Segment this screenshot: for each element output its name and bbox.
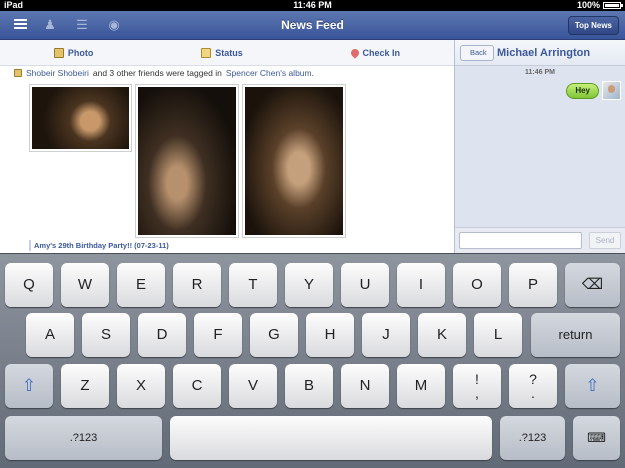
check-in-label: Check In xyxy=(362,47,401,58)
album-photo-1[interactable] xyxy=(29,84,132,152)
status-bar: iPad 11:46 PM 100% xyxy=(0,0,625,11)
chat-message: Hey xyxy=(566,83,599,99)
key-b[interactable]: B xyxy=(285,364,333,408)
news-feed: Photo Status Check In Shobeir Shobeiri a… xyxy=(0,40,454,253)
album-link[interactable]: Spencer Chen's album xyxy=(226,68,312,78)
return-key[interactable]: return xyxy=(531,313,620,357)
key-e[interactable]: E xyxy=(117,263,165,307)
key-o[interactable]: O xyxy=(453,263,501,307)
album-title[interactable]: Amy's 29th Birthday Party!! (07-23-11) xyxy=(34,241,169,250)
chat-header: Back Michael Arrington xyxy=(455,40,625,66)
avatar xyxy=(602,81,621,100)
battery-status: 100% xyxy=(576,0,623,11)
key-question-period[interactable]: ? . xyxy=(509,364,557,408)
key-m[interactable]: M xyxy=(397,364,445,408)
key-d[interactable]: D xyxy=(138,313,186,357)
delete-key[interactable]: ⌫ xyxy=(565,263,620,307)
clock: 11:46 PM xyxy=(293,0,332,10)
key-period-label: . xyxy=(531,385,535,401)
numbers-key-left[interactable]: .?123 xyxy=(5,416,162,460)
story-text: and 3 other friends were tagged in xyxy=(92,68,222,78)
check-in-button[interactable]: Check In xyxy=(348,46,401,59)
key-comma-label: , xyxy=(475,385,479,401)
story-end: . xyxy=(311,68,314,78)
battery-icon xyxy=(603,2,623,9)
key-p[interactable]: P xyxy=(509,263,557,307)
album-title-bar xyxy=(29,240,31,251)
shift-arrow-icon: ⇧ xyxy=(585,376,600,395)
key-l[interactable]: L xyxy=(474,313,522,357)
key-x[interactable]: X xyxy=(117,364,165,408)
status-icon xyxy=(201,47,212,58)
status-label: Status xyxy=(215,47,243,58)
key-k[interactable]: K xyxy=(418,313,466,357)
key-q[interactable]: Q xyxy=(5,263,53,307)
key-i[interactable]: I xyxy=(397,263,445,307)
on-screen-keyboard: Q W E R T Y U I O P ⌫ A S D F G H J K L … xyxy=(0,253,625,468)
story-actor-link[interactable]: Shobeir Shobeiri xyxy=(26,68,89,78)
chat-message-input[interactable] xyxy=(459,232,582,249)
delete-key-icon: ⌫ xyxy=(581,276,604,293)
battery-percent: 100% xyxy=(576,0,600,10)
key-exclaim-comma[interactable]: ! , xyxy=(453,364,501,408)
send-button[interactable]: Send xyxy=(589,232,621,249)
key-w[interactable]: W xyxy=(61,263,109,307)
key-n[interactable]: N xyxy=(341,364,389,408)
album-photo-2[interactable] xyxy=(135,84,239,238)
nav-bar: ♟ ☰ ◉ News Feed Top News xyxy=(0,11,625,40)
photo-tag-icon xyxy=(14,69,22,77)
photo-button[interactable]: Photo xyxy=(53,47,94,58)
key-r[interactable]: R xyxy=(173,263,221,307)
space-bar[interactable] xyxy=(170,416,492,460)
key-u[interactable]: U xyxy=(341,263,389,307)
key-a[interactable]: A xyxy=(26,313,74,357)
chat-contact-name: Michael Arrington xyxy=(497,47,591,59)
composer-bar: Photo Status Check In xyxy=(0,40,454,66)
page-title: News Feed xyxy=(281,18,344,32)
chat-timestamp: 11:46 PM xyxy=(525,69,555,76)
shift-arrow-icon: ⇧ xyxy=(21,376,37,395)
key-j[interactable]: J xyxy=(362,313,410,357)
back-button[interactable]: Back xyxy=(460,45,494,61)
key-h[interactable]: H xyxy=(306,313,354,357)
status-button[interactable]: Status xyxy=(201,47,243,58)
map-pin-icon xyxy=(348,46,361,59)
numbers-key-right[interactable]: .?123 xyxy=(500,416,565,460)
key-c[interactable]: C xyxy=(173,364,221,408)
key-y[interactable]: Y xyxy=(285,263,333,307)
album-photo-3[interactable] xyxy=(242,84,346,238)
key-z[interactable]: Z xyxy=(61,364,109,408)
photo-icon xyxy=(53,47,64,58)
hide-keyboard-icon: ⌨ xyxy=(587,430,606,445)
key-question-label: ? xyxy=(529,371,537,387)
hide-keyboard-key[interactable]: ⌨ xyxy=(573,416,620,460)
story-header: Shobeir Shobeiri and 3 other friends wer… xyxy=(14,68,314,78)
key-f[interactable]: F xyxy=(194,313,242,357)
chat-panel: Back Michael Arrington 11:46 PM Hey Send xyxy=(454,40,625,253)
right-shift-key[interactable]: ⇧ xyxy=(565,364,620,408)
key-exclaim-label: ! xyxy=(475,371,479,387)
key-t[interactable]: T xyxy=(229,263,277,307)
key-g[interactable]: G xyxy=(250,313,298,357)
chat-compose-bar: Send xyxy=(455,227,625,253)
top-news-button[interactable]: Top News xyxy=(567,16,619,35)
key-v[interactable]: V xyxy=(229,364,277,408)
photo-label: Photo xyxy=(67,47,94,58)
left-shift-key[interactable]: ⇧ xyxy=(5,364,53,408)
key-s[interactable]: S xyxy=(82,313,130,357)
